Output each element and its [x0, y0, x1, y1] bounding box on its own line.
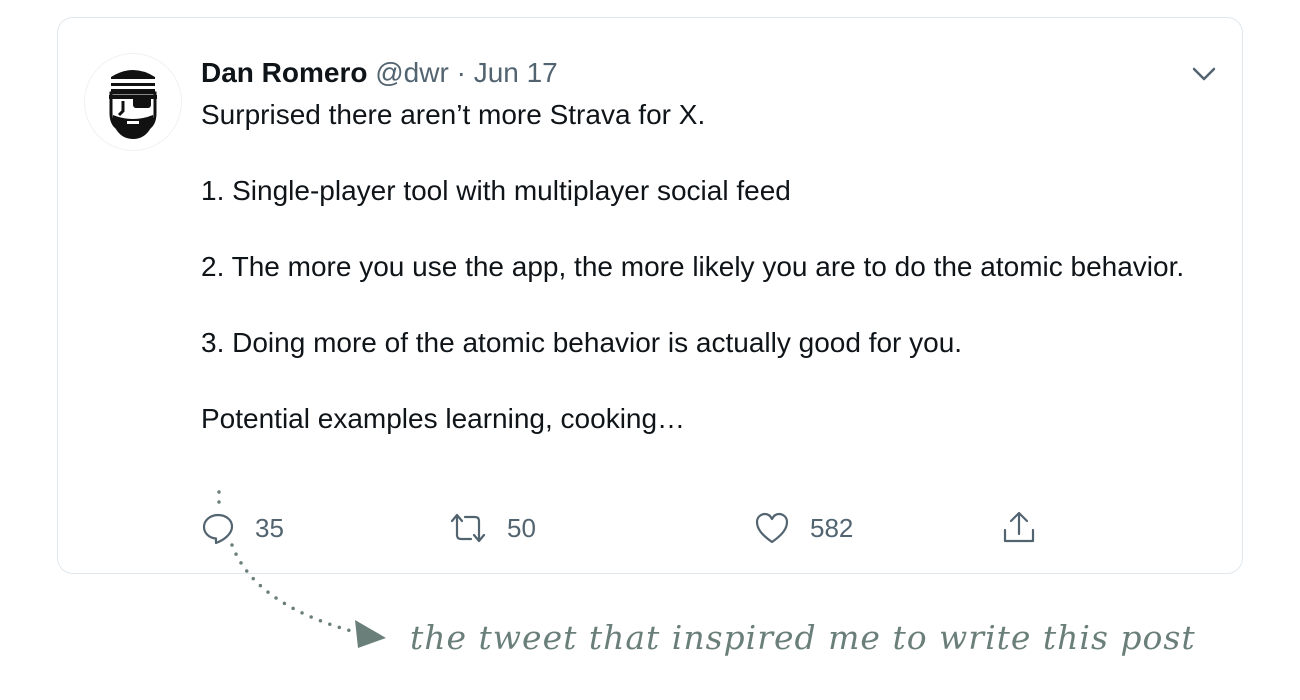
annotation-caption: the tweet that inspired me to write this… [410, 618, 1196, 657]
annotation-arrow [217, 490, 386, 648]
